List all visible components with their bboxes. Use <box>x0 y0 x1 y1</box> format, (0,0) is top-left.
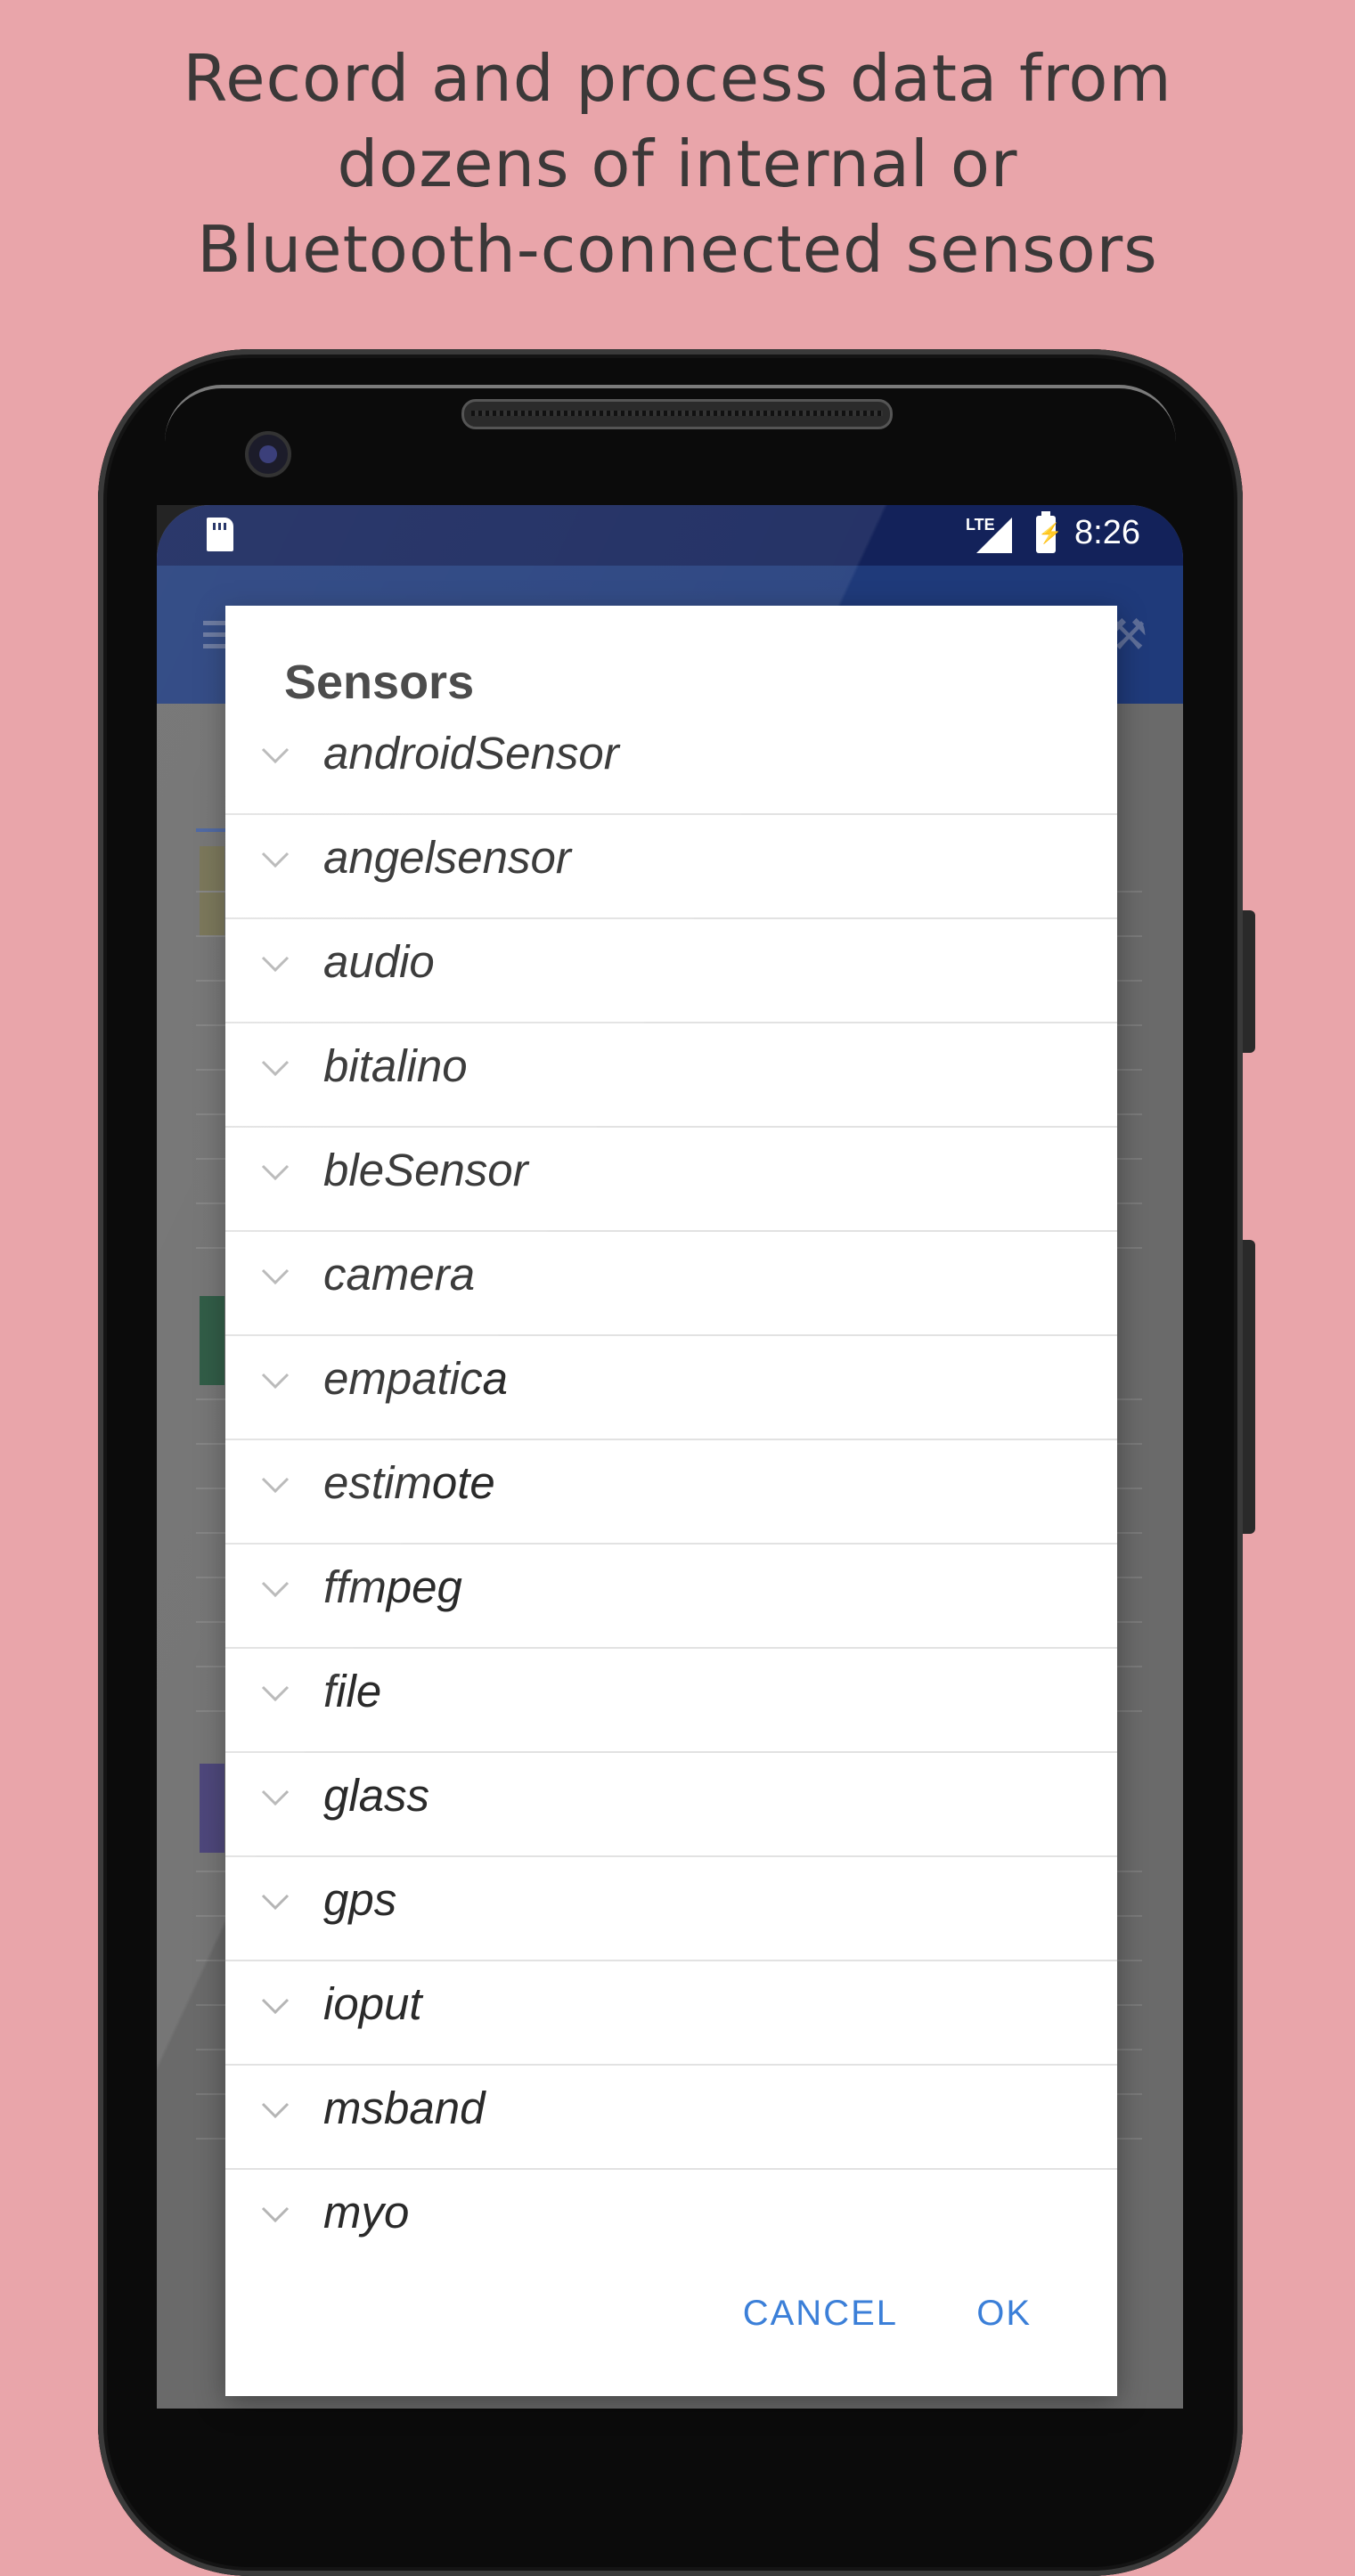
chevron-down-icon[interactable] <box>257 946 293 982</box>
background-block <box>200 1296 224 1385</box>
sensor-list-item[interactable]: estimote <box>225 1440 1117 1545</box>
dialog-actions: CANCEL OK <box>225 2294 1117 2347</box>
chevron-down-icon[interactable] <box>257 1884 293 1920</box>
sensor-list-item[interactable]: ioput <box>225 1961 1117 2066</box>
sensors-dialog: Sensors androidSensor angelsensor audio bit… <box>225 606 1117 2396</box>
sensor-label: bleSensor <box>323 1145 528 1195</box>
front-camera-icon <box>245 431 291 477</box>
sensor-list-item[interactable]: bleSensor <box>225 1128 1117 1232</box>
sensor-label: empatica <box>323 1353 508 1404</box>
sensor-list-item[interactable]: androidSensor <box>225 711 1117 815</box>
signal-icon <box>976 518 1012 553</box>
sensor-list-item[interactable]: gps <box>225 1857 1117 1961</box>
promo-headline: Record and process data from dozens of i… <box>0 36 1355 292</box>
sensor-label: file <box>323 1666 382 1716</box>
power-button <box>1243 1240 1255 1534</box>
chevron-down-icon[interactable] <box>257 1467 293 1503</box>
battery-charging-icon <box>1036 511 1062 553</box>
sensor-label: ioput <box>323 1978 422 2029</box>
sensor-list-item[interactable]: ffmpeg <box>225 1545 1117 1649</box>
sensor-label: glass <box>323 1770 430 1821</box>
chevron-down-icon[interactable] <box>257 2092 293 2128</box>
chevron-down-icon[interactable] <box>257 1050 293 1086</box>
sensor-list-item[interactable]: audio <box>225 919 1117 1023</box>
sensor-list-item[interactable]: msband <box>225 2066 1117 2170</box>
chevron-down-icon[interactable] <box>257 738 293 773</box>
sensor-list-item[interactable]: bitalino <box>225 1023 1117 1128</box>
sensor-label: ffmpeg <box>323 1561 462 1612</box>
phone-speaker <box>461 399 893 429</box>
headline-line-1: Record and process data from <box>183 41 1172 116</box>
sensor-list-item[interactable]: file <box>225 1649 1117 1753</box>
sensor-label: angelsensor <box>323 832 571 883</box>
sensor-label: estimote <box>323 1457 495 1508</box>
background-block <box>200 1764 224 1853</box>
sensor-label: audio <box>323 936 435 987</box>
chevron-down-icon[interactable] <box>257 1259 293 1294</box>
chevron-down-icon[interactable] <box>257 1571 293 1607</box>
status-bar: LTE 8:26 <box>157 505 1183 566</box>
ok-button[interactable]: OK <box>976 2294 1032 2334</box>
chevron-down-icon[interactable] <box>257 2197 293 2232</box>
sensor-list-item[interactable]: glass <box>225 1753 1117 1857</box>
chevron-down-icon[interactable] <box>257 1363 293 1398</box>
sensor-label: msband <box>323 2083 486 2133</box>
chevron-down-icon[interactable] <box>257 1154 293 1190</box>
headline-line-3: Bluetooth-connected sensors <box>197 212 1158 287</box>
sensor-label: androidSensor <box>323 728 619 779</box>
sensor-list-item[interactable]: myo <box>225 2170 1117 2272</box>
sensor-label: camera <box>323 1249 476 1300</box>
chevron-down-icon[interactable] <box>257 842 293 877</box>
sensor-label: myo <box>323 2187 410 2238</box>
chevron-down-icon[interactable] <box>257 1780 293 1815</box>
chevron-down-icon[interactable] <box>257 1988 293 2024</box>
sensor-list: androidSensor angelsensor audio bitalino ble… <box>225 711 1117 2272</box>
status-time: 8:26 <box>1074 514 1140 551</box>
sd-card-icon <box>207 518 233 551</box>
sensor-list-item[interactable]: angelsensor <box>225 815 1117 919</box>
sensor-list-item[interactable]: empatica <box>225 1336 1117 1440</box>
dialog-title: Sensors <box>284 656 475 709</box>
volume-button <box>1243 910 1255 1053</box>
cancel-button[interactable]: CANCEL <box>743 2294 898 2334</box>
sensor-list-item[interactable]: camera <box>225 1232 1117 1336</box>
chevron-down-icon[interactable] <box>257 1675 293 1711</box>
headline-line-2: dozens of internal or <box>337 126 1018 201</box>
sensor-label: bitalino <box>323 1040 468 1091</box>
sensor-label: gps <box>323 1874 397 1925</box>
